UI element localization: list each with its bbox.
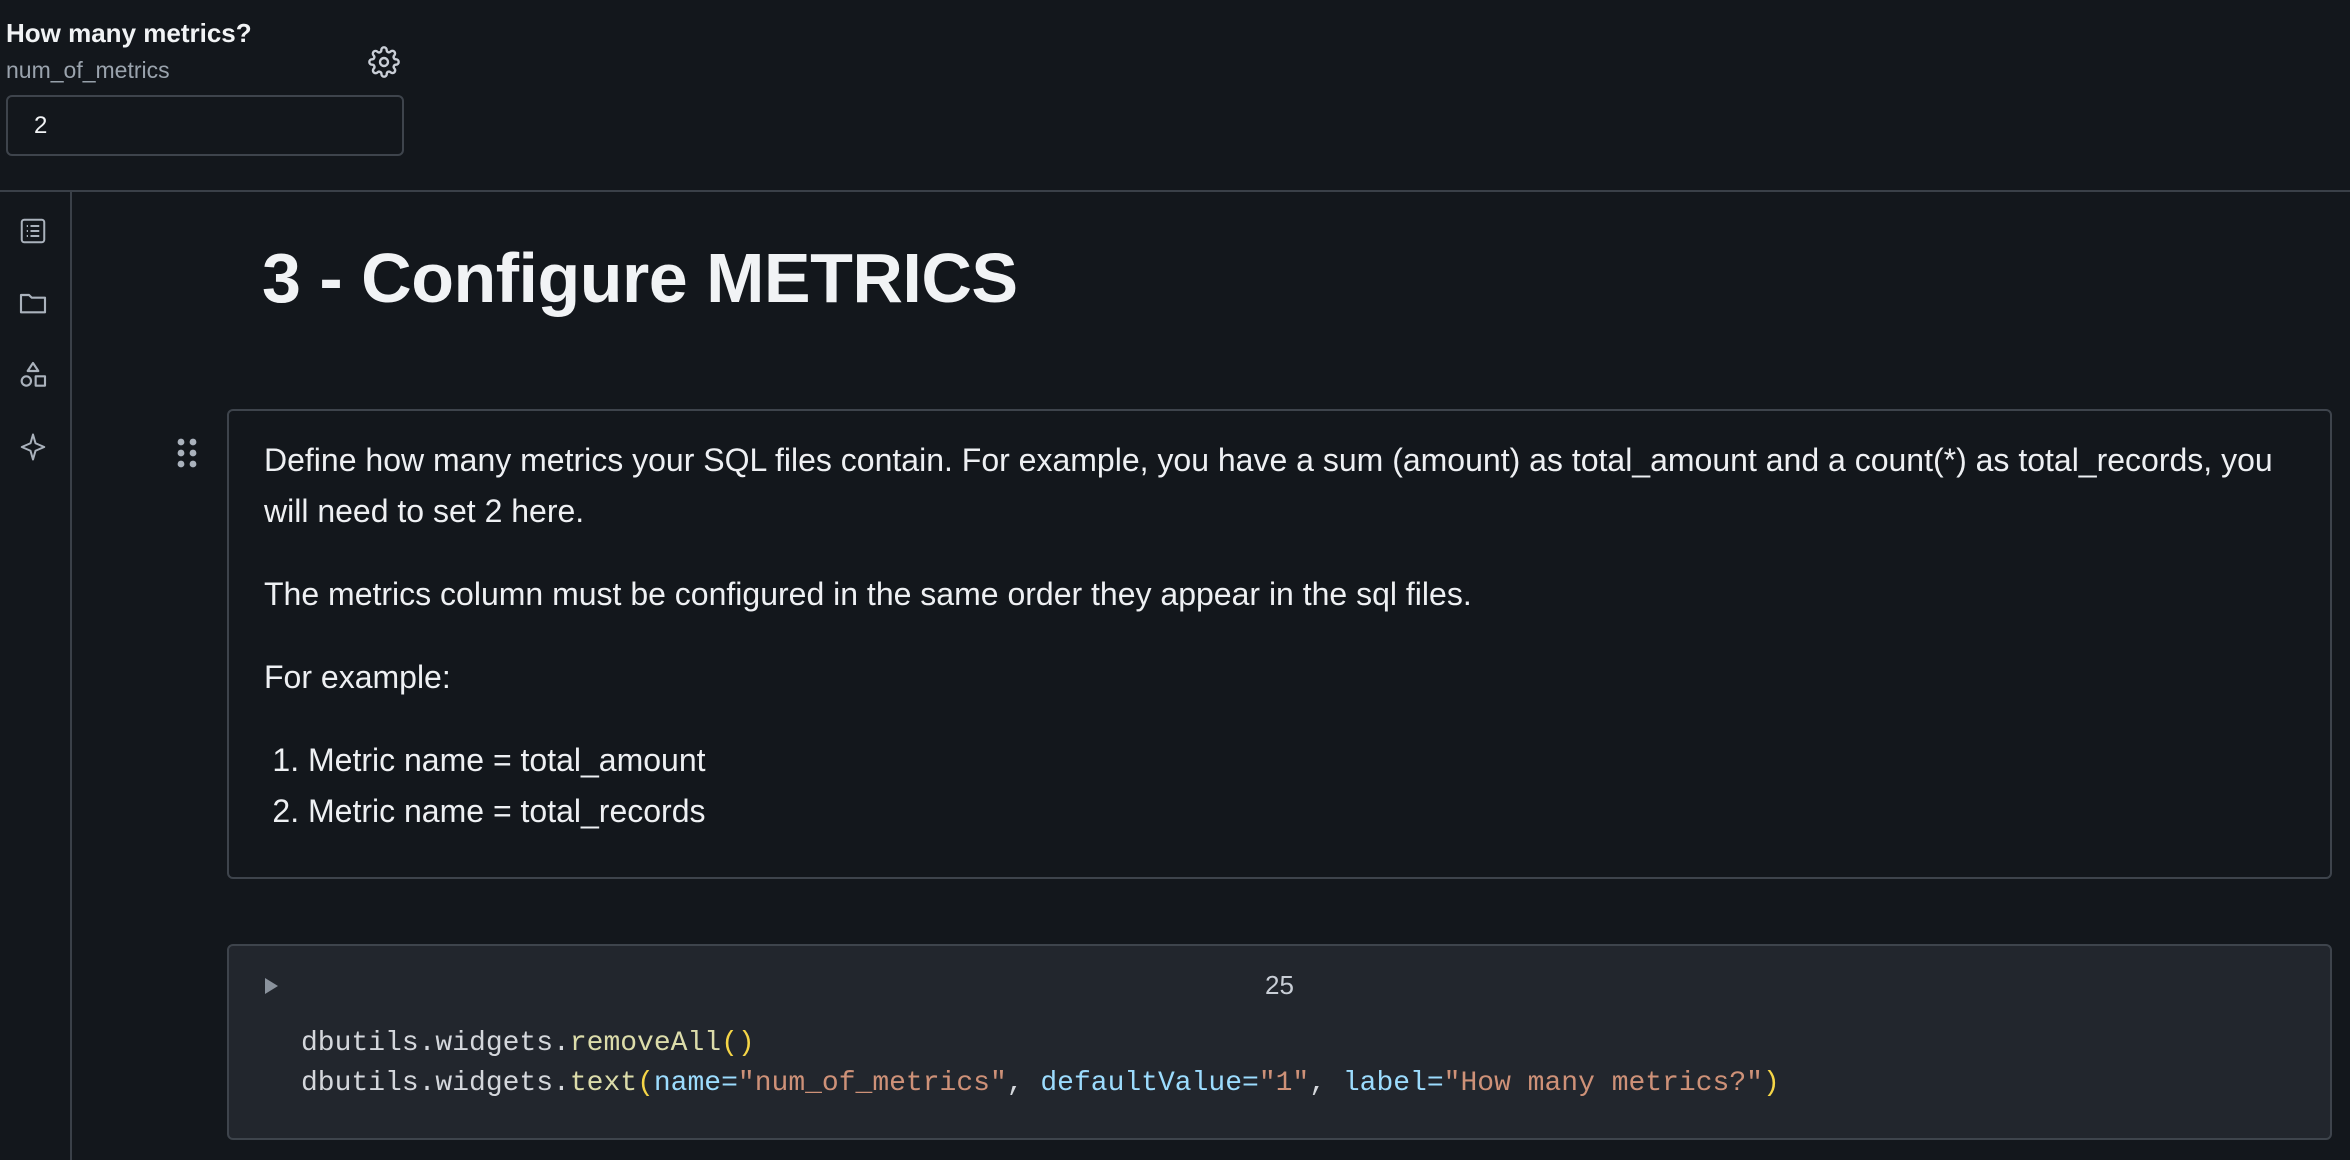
drag-handle-icon[interactable] [174, 436, 200, 470]
widget-panel: How many metrics? num_of_metrics [6, 18, 406, 84]
code-token: = [1242, 1068, 1259, 1099]
folder-icon[interactable] [14, 284, 52, 322]
code-token: defaultValue [1040, 1068, 1242, 1099]
code-token: , [1309, 1068, 1343, 1099]
list-item: Metric name = total_amount [308, 735, 2306, 786]
top-divider [0, 190, 2350, 192]
code-token: ( [637, 1068, 654, 1099]
code-token: label [1342, 1068, 1427, 1099]
code-token: dbutils.widgets. [301, 1028, 570, 1059]
code-token: "num_of_metrics" [737, 1068, 1007, 1099]
gear-icon[interactable] [364, 42, 404, 82]
sparkle-icon[interactable] [14, 428, 52, 466]
left-rail [0, 192, 72, 1160]
code-token: "How many metrics?" [1443, 1068, 1763, 1099]
markdown-paragraph: The metrics column must be configured in… [264, 576, 1472, 612]
widget-label: How many metrics? [6, 18, 252, 48]
page-title: 3 - Configure METRICS [262, 239, 1018, 317]
table-of-contents-icon[interactable] [14, 212, 52, 250]
list-item: Metric name = total_records [308, 786, 2306, 837]
code-token: dbutils.widgets. [301, 1068, 570, 1099]
code-token: = [721, 1068, 738, 1099]
code-token: text [569, 1068, 638, 1099]
markdown-paragraph: Define how many metrics your SQL files c… [264, 442, 2273, 529]
metrics-list: Metric name = total_amount Metric name =… [264, 735, 2306, 837]
code-token: = [1426, 1068, 1444, 1099]
code-token: "1" [1258, 1068, 1310, 1099]
code-token: removeAll [569, 1028, 722, 1059]
markdown-paragraph: For example: [264, 659, 451, 695]
shapes-icon[interactable] [14, 356, 52, 394]
code-token: , [1006, 1068, 1041, 1099]
widget-name: num_of_metrics [6, 57, 170, 83]
code-cell[interactable]: 25 dbutils.widgets.removeAll() dbutils.w… [227, 944, 2332, 1140]
code-token: ( [721, 1028, 738, 1059]
markdown-cell[interactable]: Define how many metrics your SQL files c… [227, 409, 2332, 879]
execution-count: 25 [1265, 970, 1294, 1000]
code-editor[interactable]: dbutils.widgets.removeAll() dbutils.widg… [301, 1024, 1780, 1104]
code-token: name [653, 1068, 722, 1099]
widget-value-input[interactable] [6, 95, 404, 156]
code-token: ) [737, 1028, 755, 1059]
code-token: ) [1762, 1068, 1780, 1099]
